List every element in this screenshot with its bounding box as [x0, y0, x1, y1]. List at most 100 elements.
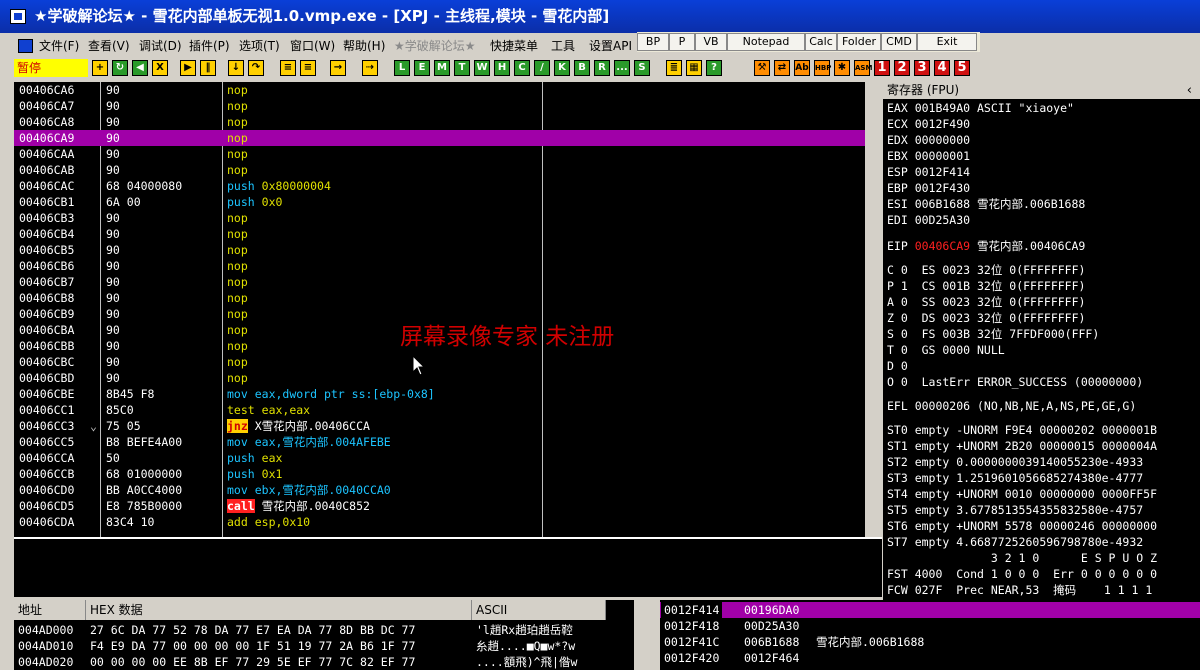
menu-tools[interactable]: 工具	[551, 36, 575, 56]
flag-segment-line[interactable]: T 0 GS 0000 NULL	[887, 342, 1005, 358]
disasm-row[interactable]: 00406CBE 8B45 F8 mov eax,dword ptr ss:[ebp…	[14, 386, 865, 402]
help-icon[interactable]: ?	[706, 60, 722, 76]
trace-over-icon[interactable]: ≡	[300, 60, 316, 76]
flag-segment-line[interactable]: C 0 ES 0023 32位 0(FFFFFFFF)	[887, 262, 1085, 278]
disasm-row[interactable]: 00406CC5 B8 BEFE4A00 mov eax,雪花内部.004AFEBE	[14, 434, 865, 450]
menu-debug[interactable]: 调试(D)	[139, 36, 182, 56]
flag-segment-line[interactable]: P 1 CS 001B 32位 0(FFFFFFFF)	[887, 278, 1085, 294]
source-window-button[interactable]: S	[634, 60, 650, 76]
log-window-button[interactable]: L	[394, 60, 410, 76]
shuffle-icon[interactable]: ⇄	[774, 60, 790, 76]
trace-into-icon[interactable]: ≡	[280, 60, 296, 76]
register-line[interactable]: ESP 0012F414	[887, 164, 970, 180]
fpu-register-line[interactable]: ST6 empty +UNORM 5578 00000246 00000000	[887, 518, 1157, 534]
register-line[interactable]: ESI 006B1688 雪花内部.006B1688	[887, 196, 1085, 212]
disasm-row[interactable]: 00406CA6 90 nop	[14, 82, 865, 98]
stack-row[interactable]: 0012F414 00196DA0	[660, 602, 1200, 618]
register-line[interactable]: EDX 00000000	[887, 132, 970, 148]
memory-dump-pane[interactable]: 地址 HEX 数据 ASCII 004AD000 27 6C DA 77 52 7…	[14, 600, 634, 670]
hbp-button[interactable]: HBP	[814, 60, 831, 76]
menu-options[interactable]: 选项(T)	[239, 36, 280, 56]
asm-button[interactable]: ASM	[854, 60, 872, 76]
disasm-row[interactable]: 00406CB6 90 nop	[14, 258, 865, 274]
flag-segment-line[interactable]: A 0 SS 0023 32位 0(FFFFFFFF)	[887, 294, 1085, 310]
ab-button[interactable]: Ab	[794, 60, 810, 76]
disasm-row[interactable]: 00406CBD 90 nop	[14, 370, 865, 386]
register-line[interactable]: EAX 001B49A0 ASCII "xiaoye"	[887, 100, 1074, 116]
disasm-row[interactable]: 00406CB5 90 nop	[14, 242, 865, 258]
eip-register-line[interactable]: EIP 00406CA9 雪花内部.00406CA9	[887, 238, 1085, 254]
app-icon[interactable]	[10, 9, 26, 24]
windows-window-button[interactable]: W	[474, 60, 490, 76]
disasm-row[interactable]: 00406CC1 85C0 test eax,eax	[14, 402, 865, 418]
calc-button[interactable]: Calc	[805, 33, 837, 51]
disasm-row[interactable]: 00406CDA 83C4 10 add esp,0x10	[14, 514, 865, 530]
register-line[interactable]: ECX 0012F490	[887, 116, 970, 132]
disasm-row[interactable]: 00406CB8 90 nop	[14, 290, 865, 306]
vb-button[interactable]: VB	[695, 33, 727, 51]
num-5-button[interactable]: 5	[954, 60, 970, 76]
disasm-row[interactable]: 00406CA7 90 nop	[14, 98, 865, 114]
close-icon[interactable]: X	[152, 60, 168, 76]
step-into-icon[interactable]: ↓	[228, 60, 244, 76]
stack-row[interactable]: 0012F420 0012F464	[660, 650, 1200, 666]
menu-file[interactable]: 文件(F)	[39, 36, 79, 56]
run-icon[interactable]: ▶	[180, 60, 196, 76]
chevron-left-icon[interactable]: ‹	[1187, 82, 1192, 99]
disasm-row[interactable]: 00406CB3 90 nop	[14, 210, 865, 226]
flag-segment-line[interactable]: O 0 LastErr ERROR_SUCCESS (00000000)	[887, 374, 1143, 390]
memory-window-button[interactable]: M	[434, 60, 450, 76]
menu-view[interactable]: 查看(V)	[88, 36, 130, 56]
threads-window-button[interactable]: T	[454, 60, 470, 76]
fpu-register-line[interactable]: ST4 empty +UNORM 0010 00000000 0000FF5F	[887, 486, 1157, 502]
execute-till-return-icon[interactable]: →	[330, 60, 346, 76]
handles-window-button[interactable]: H	[494, 60, 510, 76]
stack-row[interactable]: 0012F41C 006B1688 雪花内部.006B1688	[660, 634, 1200, 650]
pause-icon[interactable]: ‖	[200, 60, 216, 76]
patches-window-button[interactable]: /	[534, 60, 550, 76]
call-stack-window-button[interactable]: K	[554, 60, 570, 76]
menu-shortcuts[interactable]: 快捷菜单	[490, 36, 538, 56]
bug-icon[interactable]: ✱	[834, 60, 850, 76]
menu-help[interactable]: 帮助(H)	[343, 36, 385, 56]
p-button[interactable]: P	[669, 33, 695, 51]
disasm-row[interactable]: 00406CD0 BB A0CC4000 mov ebx,雪花内部.0040CCA0	[14, 482, 865, 498]
stack-pane[interactable]: 0012F414 00196DA0 0012F418 00D25A30 0012F41C…	[660, 600, 1200, 670]
disasm-row[interactable]: 00406CCB 68 01000000 push 0x1	[14, 466, 865, 482]
fpu-register-line[interactable]: ST7 empty 4.6687725260596798780e-4932	[887, 534, 1143, 550]
folder-button[interactable]: Folder	[837, 33, 881, 51]
disasm-row[interactable]: 00406CA8 90 nop	[14, 114, 865, 130]
references-window-button[interactable]: R	[594, 60, 610, 76]
fpu-control-word[interactable]: FCW 027F Prec NEAR,53 掩码 1 1 1 1	[887, 582, 1152, 598]
dump-header-ascii[interactable]: ASCII	[472, 600, 606, 620]
cpu-window-button[interactable]: C	[514, 60, 530, 76]
register-line[interactable]: EBX 00000001	[887, 148, 970, 164]
efl-line[interactable]: EFL 00000206 (NO,NB,NE,A,NS,PE,GE,G)	[887, 398, 1136, 414]
disasm-row[interactable]: 00406CC3 ⌄ 75 05 jnz X雪花内部.00406CCA	[14, 418, 865, 434]
disasm-row[interactable]: 00406CAA 90 nop	[14, 146, 865, 162]
dump-header-hex[interactable]: HEX 数据	[86, 600, 472, 620]
disasm-row[interactable]: 00406CAC 68 04000080 push 0x80000004	[14, 178, 865, 194]
num-4-button[interactable]: 4	[934, 60, 950, 76]
fpu-register-line[interactable]: ST3 empty 1.2519601056685274380e-4777	[887, 470, 1143, 486]
dump-header-address[interactable]: 地址	[14, 600, 86, 620]
disassembly-pane[interactable]: 00406CA6 90 nop 00406CA7 90 nop 00406CA8 90 nop 0…	[14, 82, 865, 537]
tools-icon[interactable]: ⚒	[754, 60, 770, 76]
registers-header[interactable]: 寄存器 (FPU) ‹	[883, 82, 1200, 99]
fpu-register-line[interactable]: ST1 empty +UNORM 2B20 00000015 0000004A	[887, 438, 1157, 454]
fpu-register-line[interactable]: ST2 empty 0.0000000039140055230e-4933	[887, 454, 1143, 470]
menu-set-api[interactable]: 设置API	[589, 36, 632, 56]
restart-icon[interactable]: ↻	[112, 60, 128, 76]
num-2-button[interactable]: 2	[894, 60, 910, 76]
fpu-status-word[interactable]: FST 4000 Cond 1 0 0 0 Err 0 0 0 0 0 0	[887, 566, 1157, 582]
cmd-button[interactable]: CMD	[881, 33, 917, 51]
fpu-register-line[interactable]: ST0 empty -UNORM F9E4 00000202 0000001B	[887, 422, 1157, 438]
stack-row[interactable]: 0012F418 00D25A30	[660, 618, 1200, 634]
grid-icon[interactable]: ▦	[686, 60, 702, 76]
fpu-register-line[interactable]: ST5 empty 3.6778513554355832580e-4757	[887, 502, 1143, 518]
flag-segment-line[interactable]: Z 0 DS 0023 32位 0(FFFFFFFF)	[887, 310, 1085, 326]
disasm-row[interactable]: 00406CB4 90 nop	[14, 226, 865, 242]
disasm-row[interactable]: 00406CB1 6A 00 push 0x0	[14, 194, 865, 210]
list-icon[interactable]: ≣	[666, 60, 682, 76]
flag-segment-line[interactable]: D 0	[887, 358, 908, 374]
